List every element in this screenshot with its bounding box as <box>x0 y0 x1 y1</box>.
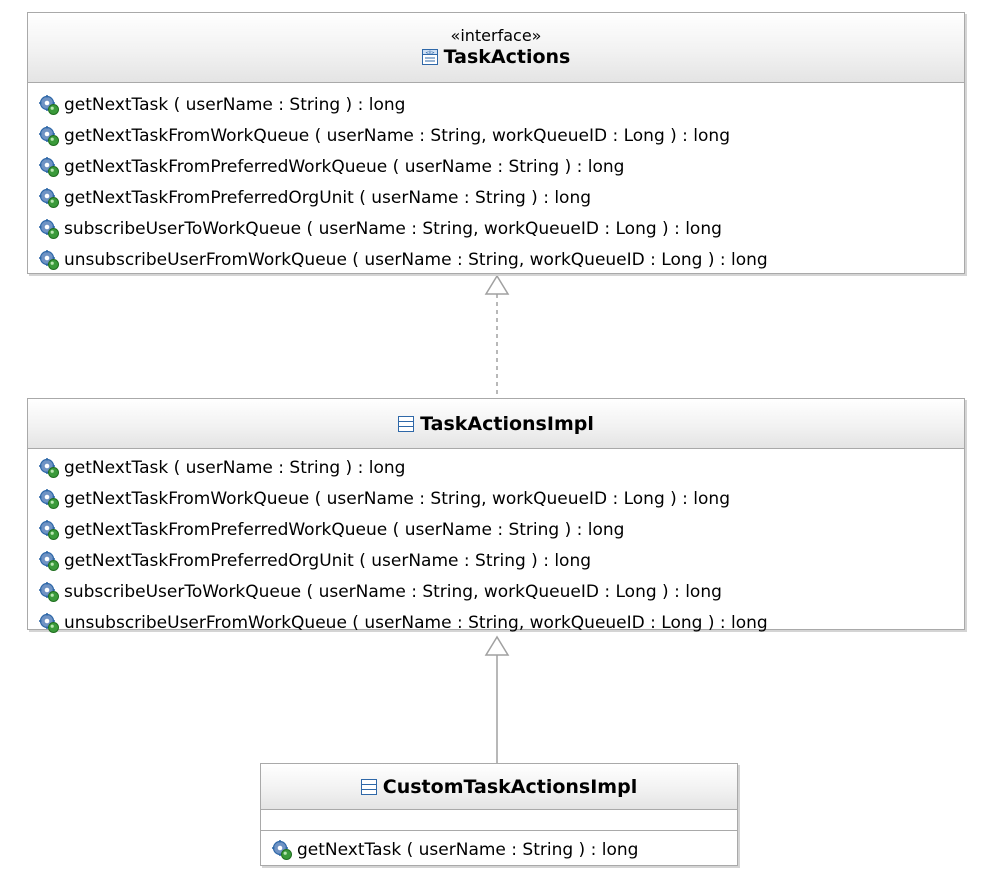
class-icon <box>398 416 415 432</box>
operations-list: getNextTask ( userName : String ) : long… <box>28 83 964 278</box>
operation-item[interactable]: getNextTask ( userName : String ) : long <box>38 89 964 120</box>
operation-item[interactable]: unsubscribeUserFromWorkQueue ( userName … <box>38 607 964 638</box>
class-header: TaskActionsImpl <box>28 399 964 449</box>
operations-list: getNextTask ( userName : String ) : long <box>261 831 737 868</box>
operation-item[interactable]: subscribeUserToWorkQueue ( userName : St… <box>38 576 964 607</box>
operation-icon <box>39 581 59 602</box>
operation-signature: getNextTaskFromPreferredWorkQueue ( user… <box>64 519 625 540</box>
svg-text:<I>: <I> <box>425 50 434 56</box>
class-title: CustomTaskActionsImpl <box>261 775 737 799</box>
operation-signature: getNextTaskFromWorkQueue ( userName : St… <box>64 125 730 146</box>
class-name: TaskActionsImpl <box>420 413 594 435</box>
stereotype-label: «interface» <box>450 26 542 45</box>
operation-icon <box>39 94 59 115</box>
operation-signature: subscribeUserToWorkQueue ( userName : St… <box>64 581 722 602</box>
operation-icon <box>39 125 59 146</box>
interface-task-actions[interactable]: «interface» <I> TaskActions getNextTask … <box>27 12 965 274</box>
operation-icon <box>272 839 292 860</box>
class-name: TaskActions <box>443 46 571 68</box>
operation-item[interactable]: getNextTaskFromPreferredOrgUnit ( userNa… <box>38 545 964 576</box>
operation-signature: unsubscribeUserFromWorkQueue ( userName … <box>64 612 768 633</box>
operation-item[interactable]: getNextTask ( userName : String ) : long <box>38 452 964 483</box>
operation-icon <box>39 612 59 633</box>
operation-signature: getNextTaskFromPreferredOrgUnit ( userNa… <box>64 550 592 571</box>
operation-signature: getNextTaskFromPreferredOrgUnit ( userNa… <box>64 187 592 208</box>
operation-icon <box>39 457 59 478</box>
class-custom-task-actions-impl[interactable]: CustomTaskActionsImpl getNextTask ( user… <box>260 763 738 866</box>
operation-item[interactable]: getNextTaskFromPreferredWorkQueue ( user… <box>38 514 964 545</box>
operation-signature: unsubscribeUserFromWorkQueue ( userName … <box>64 249 768 270</box>
class-task-actions-impl[interactable]: TaskActionsImpl getNextTask ( userName :… <box>27 398 965 633</box>
class-title: <I> TaskActions <box>28 45 964 69</box>
operation-item[interactable]: getNextTaskFromPreferredWorkQueue ( user… <box>38 151 964 182</box>
operation-icon <box>39 249 59 270</box>
operation-signature: getNextTask ( userName : String ) : long <box>297 839 639 860</box>
operation-item[interactable]: getNextTaskFromWorkQueue ( userName : St… <box>38 483 964 514</box>
operation-signature: getNextTaskFromWorkQueue ( userName : St… <box>64 488 730 509</box>
class-header: CustomTaskActionsImpl <box>261 764 737 810</box>
operation-icon <box>39 187 59 208</box>
class-name: CustomTaskActionsImpl <box>382 776 638 798</box>
operation-item[interactable]: getNextTaskFromWorkQueue ( userName : St… <box>38 120 964 151</box>
interface-icon: <I> <box>421 49 438 65</box>
operation-signature: getNextTask ( userName : String ) : long <box>64 94 406 115</box>
operation-icon <box>39 218 59 239</box>
class-icon <box>360 779 377 795</box>
attributes-section <box>261 810 737 831</box>
class-title: TaskActionsImpl <box>28 412 964 436</box>
operation-icon <box>39 550 59 571</box>
operation-item[interactable]: unsubscribeUserFromWorkQueue ( userName … <box>38 244 964 275</box>
operation-icon <box>39 488 59 509</box>
operation-signature: getNextTask ( userName : String ) : long <box>64 457 406 478</box>
operation-item[interactable]: getNextTaskFromPreferredOrgUnit ( userNa… <box>38 182 964 213</box>
operation-item[interactable]: subscribeUserToWorkQueue ( userName : St… <box>38 213 964 244</box>
operation-signature: subscribeUserToWorkQueue ( userName : St… <box>64 218 722 239</box>
operation-icon <box>39 156 59 177</box>
operation-icon <box>39 519 59 540</box>
operation-item[interactable]: getNextTask ( userName : String ) : long <box>271 834 737 865</box>
realization-arrowhead <box>484 274 510 295</box>
class-header: «interface» <I> TaskActions <box>28 13 964 83</box>
operations-list: getNextTask ( userName : String ) : long… <box>28 449 964 641</box>
operation-signature: getNextTaskFromPreferredWorkQueue ( user… <box>64 156 625 177</box>
